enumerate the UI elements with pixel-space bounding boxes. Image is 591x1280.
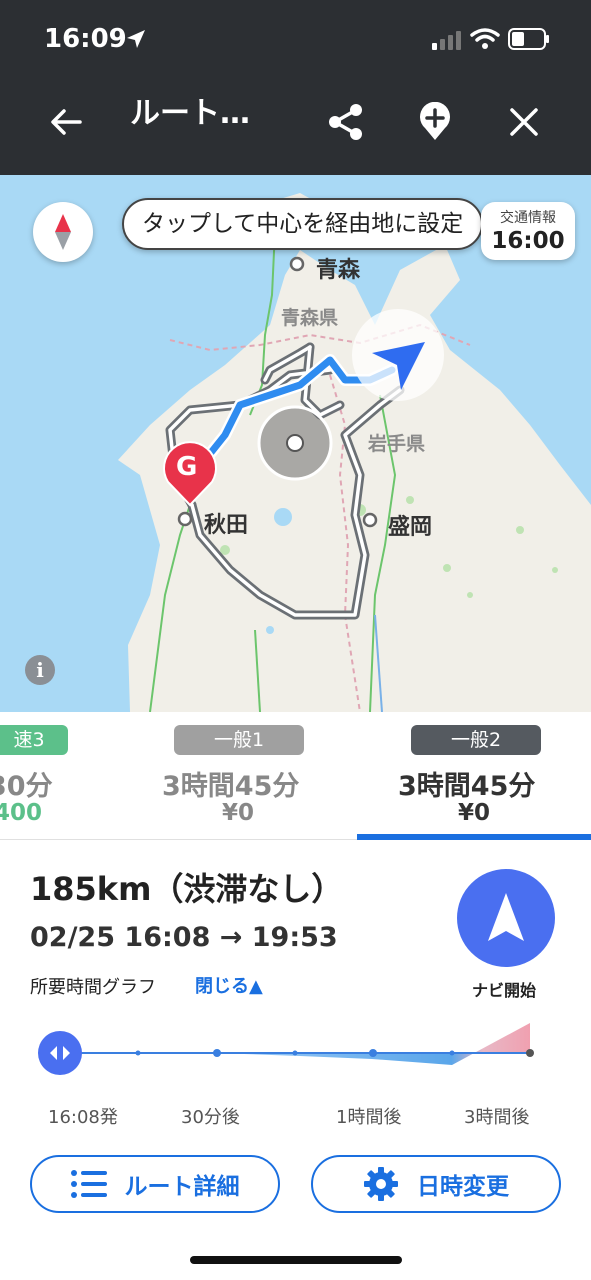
graph-label-3h: 3時間後 xyxy=(464,1107,530,1128)
close-graph-link[interactable]: 閉じる▲ xyxy=(195,972,263,998)
tab-time: 3時間45分 xyxy=(398,771,536,802)
selected-tab-indicator xyxy=(357,834,591,840)
header-bar: ルート… xyxy=(0,80,591,175)
change-datetime-label: 日時変更 xyxy=(417,1174,509,1200)
goal-marker-label: G xyxy=(176,452,198,482)
info-icon[interactable]: i xyxy=(25,655,55,685)
close-icon xyxy=(510,108,538,136)
map-label-iwate-pref: 岩手県 xyxy=(368,433,426,455)
cellular-signal-icon xyxy=(432,31,461,50)
route-detail-label: ルート詳細 xyxy=(124,1174,240,1200)
back-button[interactable] xyxy=(38,94,94,150)
navigation-arrow-icon xyxy=(488,893,524,941)
wifi-icon xyxy=(470,28,500,49)
tab-route-general2[interactable]: 一般2 3時間45分 ¥0 xyxy=(387,712,567,840)
set-waypoint-hint[interactable]: タップして中心を経由地に設定 xyxy=(122,198,484,250)
traffic-info-button[interactable]: 交通情報 16:00 xyxy=(481,202,575,260)
tab-price: 400 xyxy=(0,800,43,826)
map-label-aomori: 青森 xyxy=(316,258,361,283)
tab-price: ¥0 xyxy=(458,800,491,826)
gear-icon xyxy=(363,1166,399,1202)
battery-icon xyxy=(508,28,549,50)
start-navigation-button[interactable] xyxy=(457,869,555,967)
start-navigation-label: ナビ開始 xyxy=(472,981,537,1000)
list-icon xyxy=(70,1170,107,1198)
graph-tick xyxy=(526,1049,534,1057)
route-detail-button[interactable]: ルート詳細 xyxy=(30,1155,280,1213)
route-tabs: 速3 30分 400 一般1 3時間45分 ¥0 一般2 3時間45分 ¥0 xyxy=(0,712,591,840)
traffic-label: 交通情報 xyxy=(500,210,556,226)
status-bar: 16:09 xyxy=(0,0,591,80)
tab-route-highway3[interactable]: 速3 30分 400 xyxy=(0,712,120,840)
tab-time: 3時間45分 xyxy=(162,771,300,802)
share-icon xyxy=(329,104,362,140)
route-distance: 185km（渋滞なし） xyxy=(30,870,344,908)
graph-label-1h: 1時間後 xyxy=(336,1107,402,1128)
travel-time-graph-label: 所要時間グラフ xyxy=(30,977,156,998)
tab-badge: 一般1 xyxy=(174,725,304,755)
graph-tick xyxy=(213,1049,221,1057)
graph-tick xyxy=(369,1049,377,1057)
home-indicator[interactable] xyxy=(190,1256,402,1264)
tab-price: ¥0 xyxy=(222,800,255,826)
route-map[interactable]: タップして中心を経由地に設定 交通情報 16:00 青森 青森県 岩手県 秋田 … xyxy=(0,175,591,712)
map-label-aomori-pref: 青森県 xyxy=(281,307,339,329)
graph-label-30min: 30分後 xyxy=(181,1107,240,1128)
graph-tick xyxy=(292,1050,298,1056)
status-time: 16:09 xyxy=(44,24,127,54)
location-arrow-icon xyxy=(127,30,145,48)
app-root: 16:09 ルート… タップして中心を経由地に設定 交通情報 16:00 青森 … xyxy=(0,0,591,1280)
tab-badge: 一般2 xyxy=(411,725,541,755)
route-datetime: 02/25 16:08 → 19:53 xyxy=(30,922,338,953)
page-title: ルート… xyxy=(130,96,250,131)
tab-route-general1[interactable]: 一般1 3時間45分 ¥0 xyxy=(150,712,330,840)
close-button[interactable] xyxy=(496,94,552,150)
add-waypoint-button[interactable] xyxy=(407,94,463,150)
traffic-time: 16:00 xyxy=(491,228,565,254)
compass-button[interactable] xyxy=(33,202,93,262)
tab-badge: 速3 xyxy=(0,725,68,755)
map-label-morioka: 盛岡 xyxy=(388,515,433,540)
add-pin-icon xyxy=(420,102,450,140)
travel-time-graph[interactable] xyxy=(0,1010,591,1100)
graph-tick xyxy=(449,1050,455,1056)
graph-tick xyxy=(135,1050,141,1056)
graph-label-start: 16:08発 xyxy=(48,1107,118,1128)
graph-slider-handle[interactable] xyxy=(38,1031,82,1075)
map-label-akita: 秋田 xyxy=(204,513,249,538)
compass-icon xyxy=(55,214,71,250)
back-arrow-icon xyxy=(51,109,82,135)
share-button[interactable] xyxy=(318,94,374,150)
change-datetime-button[interactable]: 日時変更 xyxy=(311,1155,561,1213)
tab-time: 30分 xyxy=(0,771,53,802)
